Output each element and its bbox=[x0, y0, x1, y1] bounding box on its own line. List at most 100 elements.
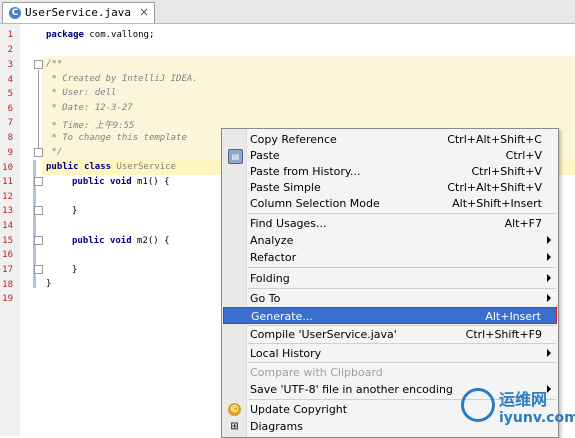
fold-guide bbox=[38, 70, 39, 148]
menu-item-label: Generate... bbox=[251, 310, 313, 323]
fold-toggle-icon[interactable] bbox=[34, 236, 43, 245]
keyword: void bbox=[109, 236, 132, 246]
line-number: 1 bbox=[7, 30, 13, 40]
method-signature: m1() { bbox=[137, 177, 170, 187]
menu-item-label: Paste from History... bbox=[250, 165, 361, 178]
menu-item-shortcut: Ctrl+Shift+V bbox=[471, 165, 542, 178]
watermark-logo: 运维网 iyunv.com bbox=[461, 386, 575, 432]
line-number: 2 bbox=[7, 45, 13, 55]
line-number: 3 bbox=[7, 60, 13, 70]
menu-item-shortcut: Ctrl+Alt+Shift+C bbox=[447, 133, 542, 146]
menu-item-shortcut: Ctrl+Alt+Shift+V bbox=[447, 181, 542, 194]
menu-item-label: Local History bbox=[250, 347, 322, 360]
keyword: class bbox=[83, 162, 112, 172]
menu-item-label: Compile 'UserService.java' bbox=[250, 328, 397, 341]
menu-item-label: Find Usages... bbox=[250, 217, 327, 230]
menu-separator bbox=[248, 288, 556, 289]
line-number: 8 bbox=[7, 133, 13, 143]
line-number: 16 bbox=[2, 250, 13, 260]
menu-item-compare-with-clipboard: Compare with Clipboard bbox=[223, 364, 557, 381]
code-line[interactable]: public void m2() { bbox=[72, 236, 170, 246]
editor-tab-bar: C UserService.java × bbox=[0, 0, 575, 24]
menu-item-column-selection-mode[interactable]: Column Selection Mode Alt+Shift+Insert bbox=[223, 195, 557, 212]
keyword: void bbox=[109, 177, 132, 187]
submenu-arrow-icon bbox=[547, 274, 551, 282]
keyword: public bbox=[72, 236, 105, 246]
menu-item-label: Copy Reference bbox=[250, 133, 337, 146]
copyright-icon: © bbox=[228, 403, 241, 416]
line-number: 4 bbox=[7, 75, 13, 85]
menu-item-refactor[interactable]: Refactor bbox=[223, 249, 557, 266]
menu-separator bbox=[248, 267, 556, 268]
fold-toggle-icon[interactable] bbox=[34, 265, 43, 274]
close-icon[interactable]: × bbox=[139, 5, 149, 19]
code-line[interactable]: public void m1() { bbox=[72, 177, 170, 187]
menu-item-shortcut: Ctrl+Shift+F9 bbox=[465, 328, 542, 341]
menu-separator bbox=[248, 343, 556, 344]
line-number: 14 bbox=[2, 221, 13, 231]
code-line[interactable]: } bbox=[46, 279, 51, 289]
submenu-arrow-icon bbox=[547, 349, 551, 357]
fold-toggle-icon[interactable] bbox=[34, 206, 43, 215]
menu-item-find-usages[interactable]: Find Usages... Alt+F7 bbox=[223, 215, 557, 232]
menu-item-go-to[interactable]: Go To bbox=[223, 290, 557, 307]
menu-item-label: Column Selection Mode bbox=[250, 197, 380, 210]
menu-item-label: Compare with Clipboard bbox=[250, 366, 383, 379]
menu-item-shortcut: Alt+F7 bbox=[504, 217, 542, 230]
menu-item-shortcut: Ctrl+V bbox=[505, 149, 542, 162]
menu-item-paste-from-history[interactable]: Paste from History... Ctrl+Shift+V bbox=[223, 163, 557, 180]
method-signature: m2() { bbox=[137, 236, 170, 246]
keyword: package bbox=[46, 30, 84, 40]
line-number: 18 bbox=[2, 280, 13, 290]
keyword: public bbox=[72, 177, 105, 187]
line-number: 12 bbox=[2, 192, 13, 202]
comment-line[interactable]: * Time: 上午9:55 bbox=[46, 118, 134, 131]
code-line[interactable]: } bbox=[72, 206, 77, 216]
diagram-icon: ⊞ bbox=[230, 421, 239, 432]
tab-label: UserService.java bbox=[25, 6, 131, 19]
menu-item-label: Diagrams bbox=[250, 420, 303, 433]
comment-line[interactable]: * Date: 12-3-27 bbox=[46, 103, 132, 113]
line-number: 17 bbox=[2, 265, 13, 275]
tab-userservice[interactable]: C UserService.java × bbox=[2, 2, 155, 23]
paste-icon: ▤ bbox=[228, 149, 243, 164]
code-text: com.vallong; bbox=[83, 30, 155, 40]
logo-ring-icon bbox=[461, 388, 495, 422]
menu-separator bbox=[248, 362, 556, 363]
menu-item-local-history[interactable]: Local History bbox=[223, 345, 557, 362]
code-line[interactable]: package com.vallong; bbox=[46, 30, 154, 40]
line-number: 9 bbox=[7, 148, 13, 158]
menu-item-label: Paste bbox=[250, 149, 280, 162]
menu-item-label: Save 'UTF-8' file in another encoding bbox=[250, 383, 453, 396]
menu-item-label: Paste Simple bbox=[250, 181, 321, 194]
code-line[interactable]: } bbox=[72, 265, 77, 275]
fold-toggle-icon[interactable] bbox=[34, 148, 43, 157]
comment-line[interactable]: * User: dell bbox=[46, 88, 116, 98]
menu-item-paste-simple[interactable]: Paste Simple Ctrl+Alt+Shift+V bbox=[223, 179, 557, 196]
fold-toggle-icon[interactable] bbox=[34, 60, 43, 69]
line-number: 19 bbox=[2, 294, 13, 304]
menu-item-generate[interactable]: Generate... Alt+Insert bbox=[223, 307, 557, 324]
menu-item-compile[interactable]: Compile 'UserService.java' Ctrl+Shift+F9 bbox=[223, 326, 557, 343]
comment-line[interactable]: * To change this template bbox=[46, 133, 186, 143]
comment-line[interactable]: /** bbox=[46, 59, 62, 69]
menu-item-paste[interactable]: ▤ Paste Ctrl+V bbox=[223, 147, 557, 164]
menu-item-shortcut: Alt+Shift+Insert bbox=[452, 197, 542, 210]
watermark-en: iyunv.com bbox=[499, 410, 575, 426]
menu-item-label: Analyze bbox=[250, 234, 294, 247]
submenu-arrow-icon bbox=[547, 236, 551, 244]
menu-item-analyze[interactable]: Analyze bbox=[223, 232, 557, 249]
line-number: 10 bbox=[2, 163, 13, 173]
menu-item-label: Refactor bbox=[250, 251, 297, 264]
comment-line[interactable]: * Created by IntelliJ IDEA. bbox=[46, 74, 197, 84]
comment-line[interactable]: */ bbox=[46, 147, 62, 157]
menu-item-label: Update Copyright bbox=[250, 403, 348, 416]
code-line[interactable]: public class UserService bbox=[46, 162, 176, 172]
menu-item-copy-reference[interactable]: Copy Reference Ctrl+Alt+Shift+C bbox=[223, 131, 557, 148]
line-number: 11 bbox=[2, 177, 13, 187]
line-number: 7 bbox=[7, 118, 13, 128]
menu-item-shortcut: Alt+Insert bbox=[485, 310, 541, 323]
menu-item-folding[interactable]: Folding bbox=[223, 270, 557, 287]
fold-toggle-icon[interactable] bbox=[34, 177, 43, 186]
menu-separator bbox=[248, 213, 556, 214]
